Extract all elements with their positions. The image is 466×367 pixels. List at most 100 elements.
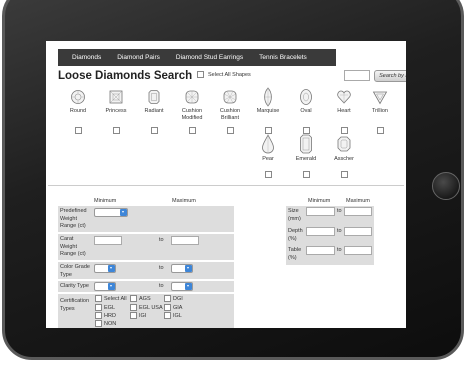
predefined-weight-row: Predefined Weight Range (ct) bbox=[58, 206, 234, 232]
cert-dgi[interactable]: DGI bbox=[164, 295, 183, 302]
shape-marquise[interactable]: Marquise bbox=[249, 87, 287, 139]
shape-label: Heart bbox=[337, 108, 351, 114]
carat-min-input[interactable] bbox=[94, 236, 122, 245]
heart-diamond-icon bbox=[337, 90, 351, 104]
size-row: Size (mm) to bbox=[286, 206, 374, 226]
tab-diamond-pairs[interactable]: Diamond Pairs bbox=[109, 49, 168, 66]
radiant-diamond-icon bbox=[148, 90, 160, 104]
table-min-input[interactable] bbox=[306, 246, 335, 255]
table-row: Table (%) to bbox=[286, 245, 374, 265]
shape-label: Emerald bbox=[295, 156, 317, 162]
shape-label: Marquise bbox=[256, 108, 280, 114]
checkbox[interactable] bbox=[130, 312, 137, 319]
chevron-down-icon bbox=[108, 283, 115, 290]
cert-gia[interactable]: GIA bbox=[164, 304, 182, 311]
cert-egl[interactable]: EGL bbox=[95, 304, 115, 311]
shape-checkbox[interactable] bbox=[188, 126, 196, 134]
color-max-select[interactable] bbox=[171, 264, 193, 273]
clarity-max-select[interactable] bbox=[171, 282, 193, 291]
right-maximum-header: Maximum bbox=[346, 198, 370, 204]
clarity-min-select[interactable] bbox=[94, 282, 116, 291]
shape-checkbox[interactable] bbox=[302, 170, 310, 178]
shape-checkbox[interactable] bbox=[264, 126, 272, 134]
checkbox[interactable] bbox=[164, 295, 171, 302]
princess-diamond-icon bbox=[109, 90, 123, 104]
shape-checkbox[interactable] bbox=[74, 126, 82, 134]
tab-diamonds[interactable]: Diamonds bbox=[58, 49, 109, 66]
cert-egl-usa[interactable]: EGL USA bbox=[130, 304, 163, 311]
shape-trillion[interactable]: Trillion bbox=[361, 89, 399, 139]
select-all-shapes-checkbox[interactable] bbox=[197, 71, 204, 78]
color-min-select[interactable] bbox=[94, 264, 116, 273]
checkbox[interactable] bbox=[95, 312, 102, 319]
shape-checkbox[interactable] bbox=[340, 170, 348, 178]
depth-max-input[interactable] bbox=[344, 227, 372, 236]
predefined-weight-select[interactable] bbox=[94, 208, 128, 217]
clarity-label: Clarity Type bbox=[60, 283, 89, 289]
cert-igi[interactable]: IGI bbox=[130, 312, 146, 319]
predefined-weight-label: Predefined Weight Range (ct) bbox=[60, 208, 87, 229]
cushion-brilliant-diamond-icon bbox=[223, 90, 237, 104]
search-id-input[interactable] bbox=[344, 70, 370, 81]
cert-igl[interactable]: IGL bbox=[164, 312, 182, 319]
shape-checkbox[interactable] bbox=[264, 170, 272, 178]
minimum-header: Minimum bbox=[94, 198, 117, 204]
cert-non[interactable]: NON bbox=[95, 320, 116, 327]
checkbox[interactable] bbox=[95, 304, 102, 311]
depth-label: Depth (%) bbox=[288, 228, 303, 242]
carat-max-input[interactable] bbox=[171, 236, 199, 245]
screen: Diamonds Diamond Pairs Diamond Stud Earr… bbox=[46, 41, 406, 328]
carat-weight-label: Carat Weight Range (ct) bbox=[60, 236, 86, 257]
color-grade-row: Color Grade Type to bbox=[58, 262, 234, 279]
to-label: to bbox=[337, 247, 342, 253]
select-all-shapes[interactable]: Select All Shapes bbox=[197, 71, 251, 78]
shape-asscher[interactable]: Asscher bbox=[325, 134, 363, 183]
table-label: Table (%) bbox=[288, 247, 302, 261]
cert-ags[interactable]: AGS bbox=[130, 295, 151, 302]
depth-min-input[interactable] bbox=[306, 227, 335, 236]
size-max-input[interactable] bbox=[344, 207, 372, 216]
shape-label: Round bbox=[69, 108, 87, 114]
checkbox[interactable] bbox=[130, 304, 137, 311]
shape-checkbox[interactable] bbox=[376, 126, 384, 134]
round-diamond-icon bbox=[71, 90, 85, 104]
shape-emerald[interactable]: Emerald bbox=[287, 134, 325, 183]
shape-princess[interactable]: Princess bbox=[97, 89, 135, 139]
size-min-input[interactable] bbox=[306, 207, 335, 216]
search-by-id-button[interactable]: Search by ID bbox=[374, 70, 406, 82]
table-max-input[interactable] bbox=[344, 246, 372, 255]
chevron-down-icon bbox=[120, 209, 127, 216]
carat-weight-row: Carat Weight Range (ct) to bbox=[58, 234, 234, 260]
cert-hrd[interactable]: HRD bbox=[95, 312, 116, 319]
shape-checkbox[interactable] bbox=[112, 126, 120, 134]
shape-cushion-modified[interactable]: Cushion Modified bbox=[173, 89, 211, 139]
to-label: to bbox=[159, 237, 164, 243]
checkbox[interactable] bbox=[95, 320, 102, 327]
shape-checkbox[interactable] bbox=[302, 126, 310, 134]
shape-label: Cushion Modified bbox=[181, 108, 203, 121]
tab-diamond-stud-earrings[interactable]: Diamond Stud Earrings bbox=[168, 49, 251, 66]
home-button[interactable] bbox=[432, 172, 460, 200]
shape-cushion-brilliant[interactable]: Cushion Brilliant bbox=[211, 89, 249, 139]
checkbox[interactable] bbox=[95, 295, 102, 302]
shape-radiant[interactable]: Radiant bbox=[135, 89, 173, 139]
certification-label: Certification Types bbox=[60, 298, 90, 312]
maximum-header: Maximum bbox=[172, 198, 196, 204]
tab-tennis-bracelets[interactable]: Tennis Bracelets bbox=[251, 49, 315, 66]
checkbox[interactable] bbox=[164, 312, 171, 319]
checkbox[interactable] bbox=[164, 304, 171, 311]
cert-select-all[interactable]: Select All bbox=[95, 295, 127, 302]
asscher-diamond-icon bbox=[337, 136, 351, 152]
shape-checkbox[interactable] bbox=[226, 126, 234, 134]
shape-heart[interactable]: Heart bbox=[325, 89, 363, 139]
shape-label: Pear bbox=[262, 156, 274, 162]
checkbox[interactable] bbox=[130, 295, 137, 302]
depth-row: Depth (%) to bbox=[286, 226, 374, 245]
shape-label: Radiant bbox=[144, 108, 164, 114]
shape-pear[interactable]: Pear bbox=[249, 134, 287, 183]
shape-round[interactable]: Round bbox=[59, 89, 97, 139]
shape-oval[interactable]: Oval bbox=[287, 88, 325, 139]
shape-checkbox[interactable] bbox=[150, 126, 158, 134]
shape-checkbox[interactable] bbox=[340, 126, 348, 134]
clarity-row: Clarity Type to bbox=[58, 281, 234, 292]
